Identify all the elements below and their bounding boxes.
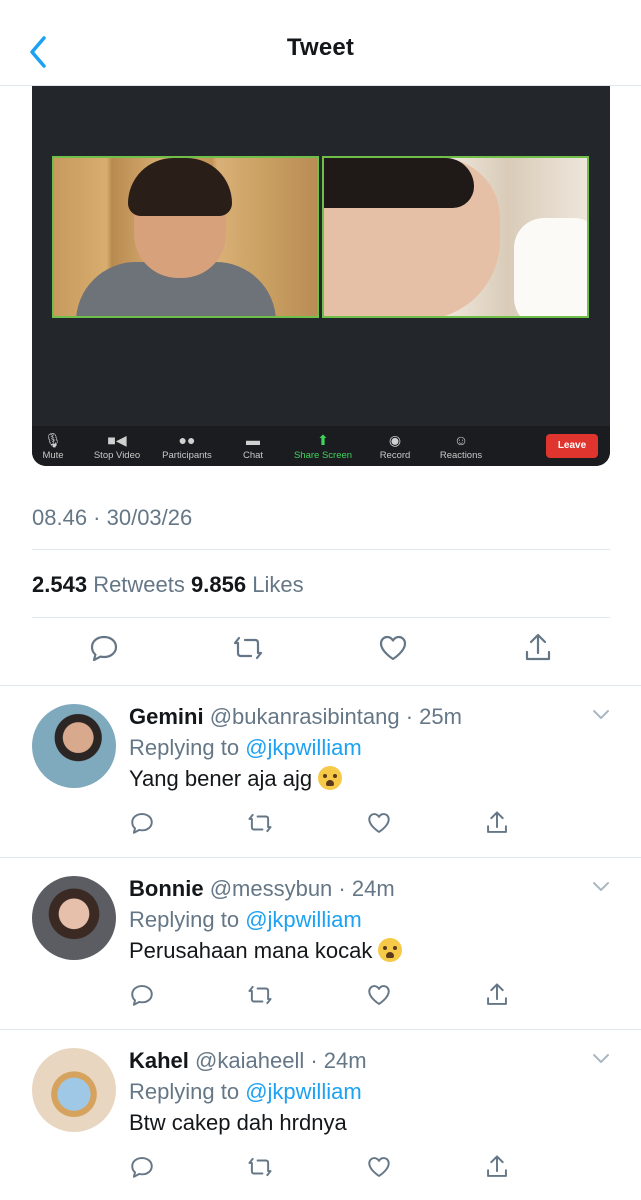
- chevron-down-icon[interactable]: [591, 880, 611, 894]
- chevron-down-icon[interactable]: [591, 708, 611, 722]
- participants-button: ●● Participants: [152, 430, 222, 461]
- share-icon[interactable]: [522, 632, 554, 664]
- reply-actions: [129, 1154, 529, 1182]
- share-icon[interactable]: [484, 1154, 510, 1180]
- chat-button: ▬ Chat: [218, 430, 288, 461]
- retweet-icon[interactable]: [247, 810, 273, 836]
- reactions-button: ☺ Reactions: [426, 430, 496, 461]
- like-heart-icon[interactable]: [366, 810, 392, 836]
- reply-text: Perusahaan mana kocak: [129, 938, 403, 964]
- mention-link[interactable]: @jkpwilliam: [245, 1079, 361, 1104]
- reply-header: Bonnie @messybun · 24m: [129, 876, 395, 902]
- separator-dot: ·: [332, 876, 352, 901]
- video-camera-icon: ■◀: [107, 432, 127, 448]
- reply-actions: [129, 810, 529, 838]
- reply-author-handle[interactable]: @kaiaheell: [195, 1048, 304, 1073]
- replying-to: Replying to @jkpwilliam: [129, 907, 362, 933]
- chat-bubble-icon: ▬: [246, 432, 260, 448]
- reply-tweet[interactable]: Bonnie @messybun · 24m Replying to @jkpw…: [0, 858, 641, 1030]
- reply-header: Gemini @bukanrasibintang · 25m: [129, 704, 462, 730]
- retweets-count[interactable]: 2.543: [32, 572, 87, 597]
- replying-prefix: Replying to: [129, 907, 240, 932]
- leave-button: Leave: [546, 434, 598, 458]
- video-tile-left: [52, 156, 319, 318]
- reply-icon[interactable]: [129, 810, 155, 836]
- crying-emoji-icon: [378, 938, 403, 962]
- call-toolbar: 🎙︎ Mute ■◀ Stop Video ●● Participants ▬ …: [32, 426, 610, 466]
- reply-author-name[interactable]: Bonnie: [129, 876, 204, 901]
- stop-video-button: ■◀ Stop Video: [82, 430, 152, 461]
- divider: [32, 549, 610, 550]
- video-tile-right: [322, 156, 589, 318]
- participants-icon: ●●: [178, 432, 196, 448]
- likes-count[interactable]: 9.856: [191, 572, 246, 597]
- reply-author-name[interactable]: Gemini: [129, 704, 204, 729]
- mention-link[interactable]: @jkpwilliam: [245, 735, 361, 760]
- crying-emoji-icon: [318, 766, 343, 790]
- page-title: Tweet: [286, 34, 355, 61]
- reply-time: 24m: [323, 1048, 367, 1073]
- separator-dot: ·: [399, 704, 420, 729]
- share-icon[interactable]: [484, 810, 510, 836]
- retweets-label[interactable]: Retweets: [93, 572, 185, 597]
- mention-link[interactable]: @jkpwilliam: [245, 907, 361, 932]
- reply-author-name[interactable]: Kahel: [129, 1048, 189, 1073]
- share-screen-button: ⬆ Share Screen: [288, 430, 358, 461]
- reply-icon[interactable]: [129, 982, 155, 1008]
- retweet-icon[interactable]: [247, 982, 273, 1008]
- reply-time: 25m: [419, 704, 462, 729]
- reply-icon[interactable]: [88, 632, 120, 664]
- retweet-icon[interactable]: [247, 1154, 273, 1180]
- tweet-actions: [0, 632, 641, 672]
- reply-actions: [129, 982, 529, 1010]
- like-heart-icon[interactable]: [366, 1154, 392, 1180]
- avatar[interactable]: [32, 704, 116, 788]
- reply-text-content: Btw cakep dah hrdnya: [129, 1110, 347, 1135]
- retweet-icon[interactable]: [232, 632, 264, 664]
- like-heart-icon[interactable]: [366, 982, 392, 1008]
- reactions-icon: ☺: [453, 432, 469, 448]
- replying-prefix: Replying to: [129, 735, 240, 760]
- reply-author-handle[interactable]: @bukanrasibintang: [210, 704, 400, 729]
- share-screen-icon: ⬆: [317, 432, 329, 448]
- tweet-media-image[interactable]: 🎙︎ Mute ■◀ Stop Video ●● Participants ▬ …: [32, 86, 610, 466]
- avatar[interactable]: [32, 1048, 116, 1132]
- reply-icon[interactable]: [129, 1154, 155, 1180]
- separator-dot: ·: [304, 1048, 324, 1073]
- reply-tweet[interactable]: Gemini @bukanrasibintang · 25m Replying …: [0, 686, 641, 858]
- record-button: ◉ Record: [360, 430, 430, 461]
- tweet-timestamp: 08.46 · 30/03/26: [32, 505, 193, 530]
- reply-header: Kahel @kaiaheell · 24m: [129, 1048, 367, 1074]
- share-icon[interactable]: [484, 982, 510, 1008]
- record-icon: ◉: [388, 432, 402, 448]
- replying-to: Replying to @jkpwilliam: [129, 1079, 362, 1105]
- replying-to: Replying to @jkpwilliam: [129, 735, 362, 761]
- divider: [32, 617, 610, 618]
- reply-text: Yang bener aja ajg: [129, 766, 343, 792]
- microphone-icon: 🎙︎: [44, 432, 62, 448]
- mute-button: 🎙︎ Mute: [32, 430, 88, 461]
- reply-text-content: Yang bener aja ajg: [129, 766, 313, 791]
- reply-author-handle[interactable]: @messybun: [210, 876, 333, 901]
- avatar[interactable]: [32, 876, 116, 960]
- likes-label[interactable]: Likes: [252, 572, 303, 597]
- reply-text: Btw cakep dah hrdnya: [129, 1110, 347, 1136]
- replying-prefix: Replying to: [129, 1079, 240, 1104]
- reply-tweet[interactable]: Kahel @kaiaheell · 24m Replying to @jkpw…: [0, 1030, 641, 1200]
- header-bar: Tweet: [0, 0, 641, 86]
- chevron-down-icon[interactable]: [591, 1052, 611, 1066]
- reply-time: 24m: [351, 876, 395, 901]
- reply-text-content: Perusahaan mana kocak: [129, 938, 373, 963]
- like-heart-icon[interactable]: [377, 632, 409, 664]
- tweet-stats: 2.543 Retweets 9.856 Likes: [32, 572, 304, 598]
